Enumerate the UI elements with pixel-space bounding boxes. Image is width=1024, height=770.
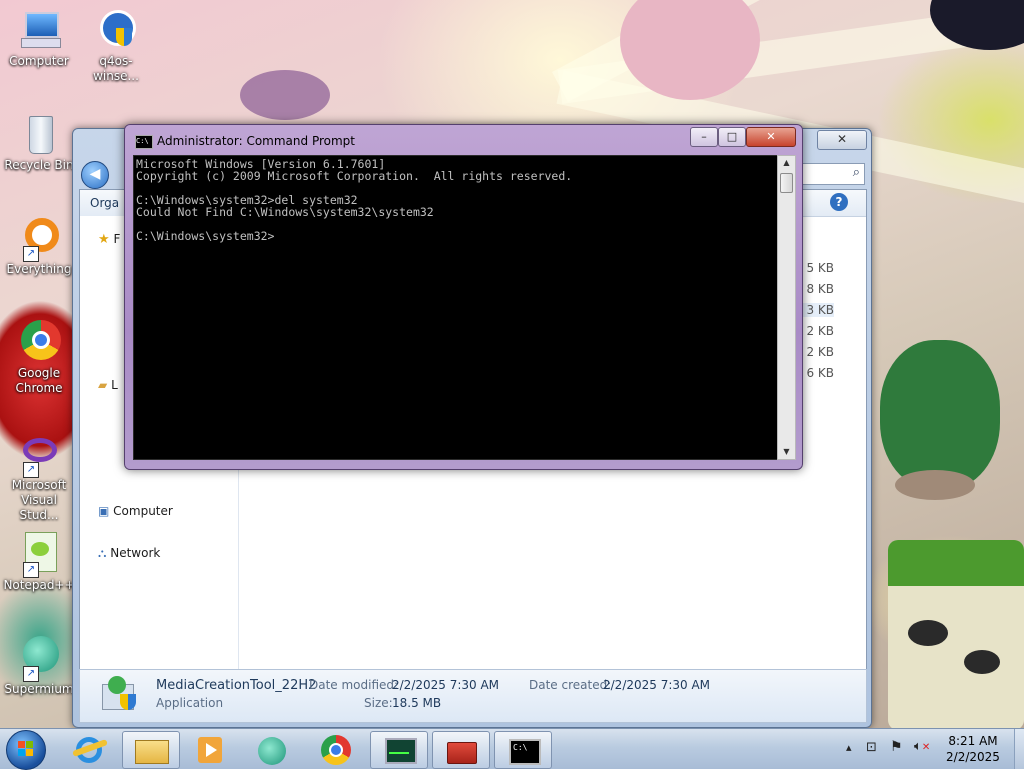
internet-explorer-icon[interactable] bbox=[62, 731, 118, 767]
minimize-button[interactable]: – bbox=[690, 127, 718, 147]
desktop-icon-label: Supermium bbox=[4, 682, 74, 696]
desktop-icon-label: Recycle Bin bbox=[4, 158, 74, 172]
desktop-icon-everything[interactable]: ↗ Everything bbox=[1, 216, 77, 277]
wallpaper-creature-feet bbox=[895, 470, 975, 500]
toolbox-icon[interactable] bbox=[432, 731, 490, 769]
clock-date: 2/2/2025 bbox=[946, 750, 1000, 764]
media-player-icon[interactable] bbox=[182, 731, 238, 767]
desktop-icon-label: Everything bbox=[6, 262, 72, 276]
desktop-icon-label: Microsoft Visual Stud... bbox=[11, 478, 67, 522]
nav-label: Computer bbox=[113, 504, 173, 518]
application-installer-icon bbox=[102, 676, 138, 712]
supermium-icon[interactable] bbox=[244, 731, 300, 767]
desktop-icon-label: Notepad++ bbox=[3, 578, 75, 592]
date-created-label: Date created: bbox=[529, 678, 612, 692]
action-center-flag-icon[interactable]: ⚑ bbox=[890, 739, 903, 755]
volume-muted-icon[interactable]: 🔈︎✕ bbox=[914, 739, 930, 754]
help-icon[interactable]: ? bbox=[830, 193, 848, 211]
close-button[interactable]: ✕ bbox=[746, 127, 796, 147]
show-hidden-icons-button[interactable]: ▴ bbox=[846, 741, 852, 754]
desktop-icon-notepadpp[interactable]: ↗ Notepad++ bbox=[1, 532, 77, 593]
desktop-icon-q4os-winsetup[interactable]: q4os-winse... bbox=[78, 8, 154, 84]
date-created-value: 2/2/2025 7:30 AM bbox=[603, 678, 711, 692]
wallpaper-purple-cloud bbox=[240, 70, 330, 120]
visual-studio-icon: ↗ bbox=[17, 432, 61, 478]
size-value: 18.5 MB bbox=[392, 696, 442, 710]
wallpaper-pillar bbox=[888, 540, 1024, 728]
file-explorer-icon[interactable] bbox=[122, 731, 180, 769]
desktop-icon-recycle-bin[interactable]: Recycle Bin bbox=[1, 112, 77, 173]
shortcut-arrow-icon: ↗ bbox=[23, 246, 39, 262]
scroll-thumb[interactable] bbox=[780, 173, 793, 193]
star-icon: ★ bbox=[98, 232, 110, 247]
system-clock[interactable]: 8:21 AM 2/2/2025 bbox=[940, 733, 1006, 765]
chrome-icon[interactable] bbox=[308, 731, 364, 767]
organize-button[interactable]: Orga bbox=[90, 196, 119, 210]
desktop-icon-visual-studio[interactable]: ↗ Microsoft Visual Stud... bbox=[1, 432, 77, 523]
network-icon: ⛬ bbox=[98, 546, 107, 560]
wallpaper-green-creature bbox=[880, 340, 1000, 490]
command-prompt-icon[interactable]: C:\ bbox=[494, 731, 552, 769]
scroll-down-arrow-icon[interactable]: ▼ bbox=[778, 445, 795, 459]
network-tray-icon[interactable]: ⊡ bbox=[866, 740, 877, 755]
window-title: Administrator: Command Prompt bbox=[157, 134, 355, 148]
shortcut-arrow-icon: ↗ bbox=[23, 462, 39, 478]
notepadpp-icon: ↗ bbox=[17, 532, 61, 578]
explorer-close-button[interactable]: ✕ bbox=[817, 130, 867, 150]
search-icon: ⌕ bbox=[852, 165, 860, 180]
date-modified-label: Date modified: bbox=[309, 678, 399, 692]
shortcut-arrow-icon: ↗ bbox=[23, 666, 39, 682]
nav-label: L bbox=[111, 378, 118, 392]
console-text: Microsoft Windows [Version 6.1.7601] Cop… bbox=[136, 157, 573, 243]
date-modified-value: 2/2/2025 7:30 AM bbox=[392, 678, 500, 692]
back-arrow-icon[interactable]: ◀ bbox=[81, 161, 109, 189]
shortcut-arrow-icon: ↗ bbox=[23, 562, 39, 578]
everything-search-icon: ↗ bbox=[17, 216, 61, 262]
nav-label: Network bbox=[110, 546, 161, 560]
nav-computer[interactable]: ▣ Computer bbox=[98, 502, 173, 520]
vertical-scrollbar[interactable]: ▲ ▼ bbox=[777, 155, 796, 460]
chrome-icon bbox=[17, 320, 61, 364]
nav-libraries[interactable]: ▰ L bbox=[98, 376, 118, 394]
desktop-icon-label: q4os-winse... bbox=[93, 54, 139, 83]
desktop-icon-google-chrome[interactable]: Google Chrome bbox=[1, 320, 77, 396]
taskbar: C:\ ▴ ⊡ ⚑ 🔈︎✕ 8:21 AM 2/2/2025 bbox=[0, 728, 1024, 770]
windows-start-icon[interactable] bbox=[6, 730, 46, 770]
computer-icon: ▣ bbox=[98, 504, 110, 518]
nav-favorites[interactable]: ★ F bbox=[98, 230, 120, 248]
desktop-icon-supermium[interactable]: ↗ Supermium bbox=[1, 636, 77, 697]
command-prompt-window[interactable]: C:\ Administrator: Command Prompt – □ ✕ … bbox=[124, 124, 803, 470]
desktop-icon-computer[interactable]: Computer bbox=[1, 8, 77, 69]
scroll-up-arrow-icon[interactable]: ▲ bbox=[778, 156, 795, 170]
folder-icon: ▰ bbox=[98, 378, 108, 392]
nav-label: F bbox=[113, 232, 121, 246]
maximize-button[interactable]: □ bbox=[718, 127, 746, 147]
desktop-icon-label: Google Chrome bbox=[15, 366, 63, 395]
size-label: Size: bbox=[364, 696, 393, 710]
nav-network[interactable]: ⛬ Network bbox=[98, 544, 160, 562]
selected-file-name: MediaCreationTool_22H2 bbox=[156, 678, 317, 693]
supermium-icon: ↗ bbox=[17, 636, 61, 682]
recycle-bin-icon bbox=[17, 112, 61, 156]
command-prompt-glyph: C:\ bbox=[509, 739, 541, 765]
task-manager-icon[interactable] bbox=[370, 731, 428, 769]
selected-file-type: Application bbox=[156, 696, 224, 710]
computer-icon bbox=[17, 8, 61, 52]
shield-installer-icon bbox=[94, 8, 138, 52]
command-prompt-icon: C:\ bbox=[135, 135, 153, 149]
desktop-icon-label: Computer bbox=[9, 54, 69, 68]
details-pane: MediaCreationTool_22H2 Application Date … bbox=[79, 669, 867, 723]
clock-time: 8:21 AM bbox=[948, 734, 998, 748]
console-output[interactable]: Microsoft Windows [Version 6.1.7601] Cop… bbox=[133, 155, 778, 460]
show-desktop-button[interactable] bbox=[1014, 729, 1024, 769]
desktop-background: Computer q4os-winse... Recycle Bin ↗ Eve… bbox=[0, 0, 1024, 728]
